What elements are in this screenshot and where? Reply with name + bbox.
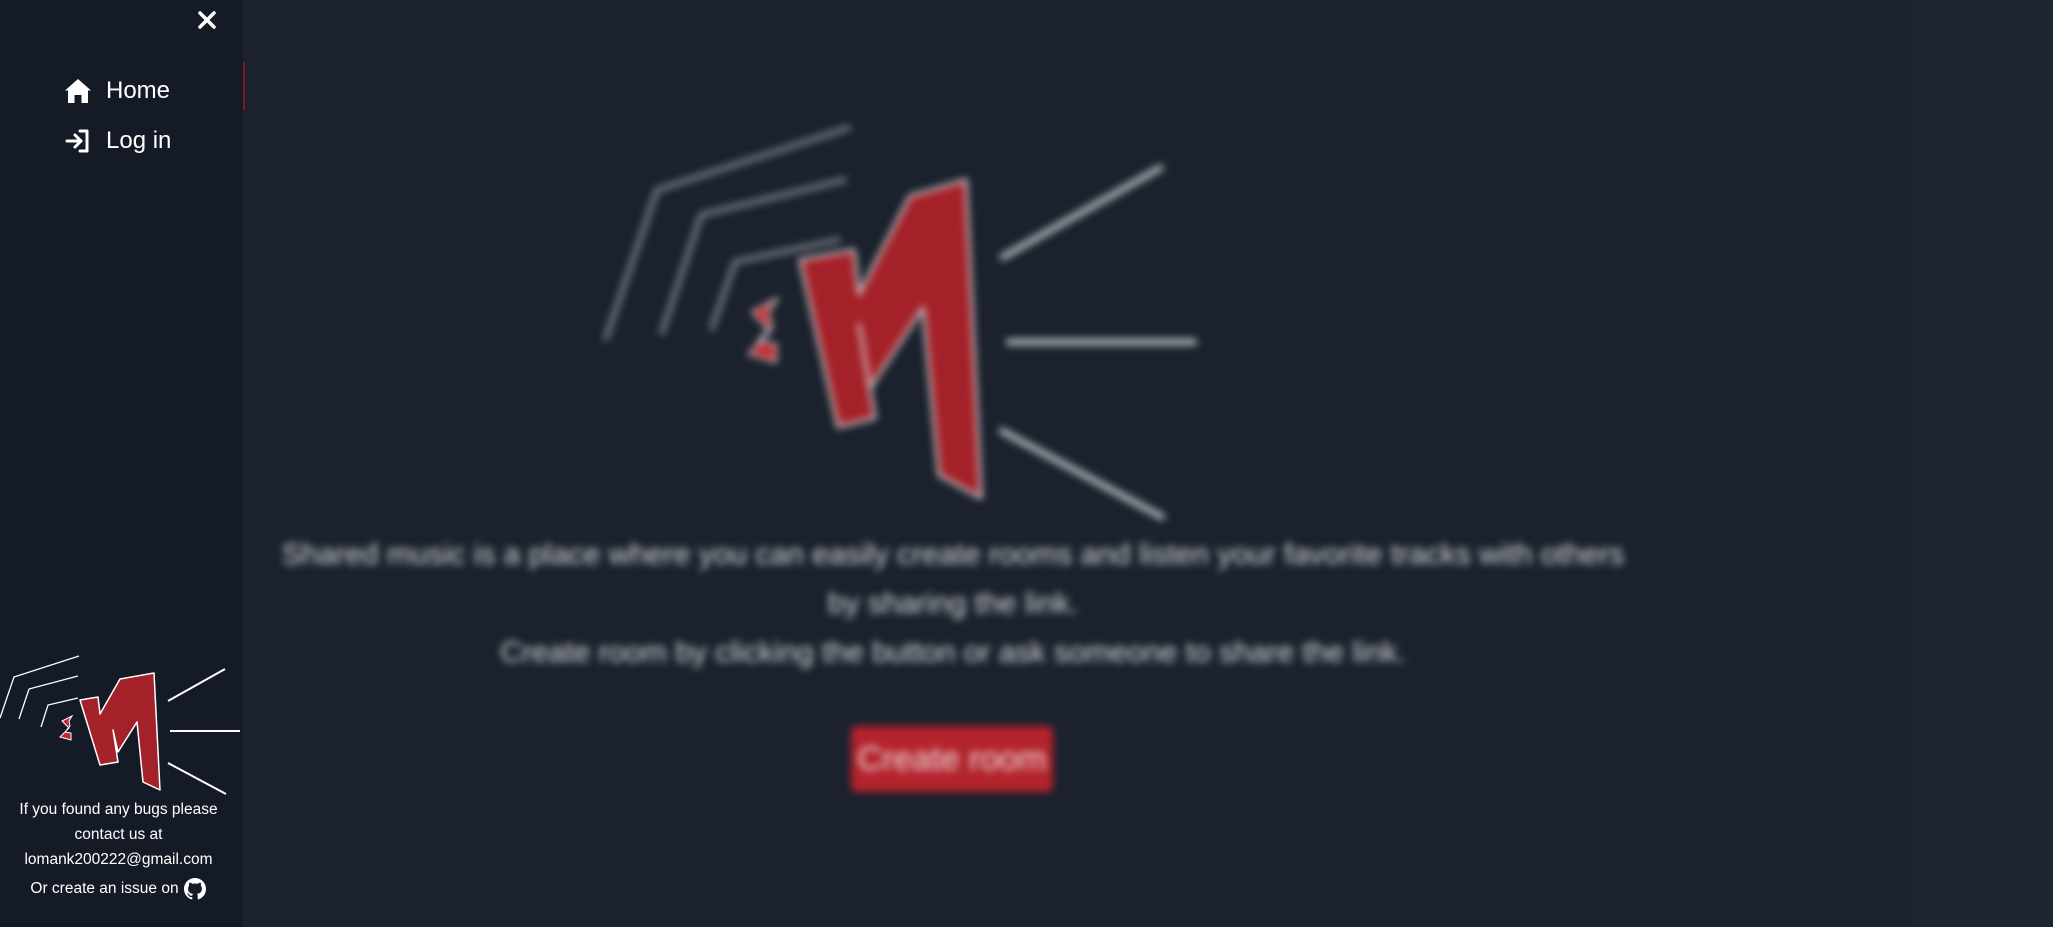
login-icon xyxy=(64,127,92,155)
description-line-3: Create room by clicking the button or as… xyxy=(500,636,1406,669)
close-sidebar-button[interactable] xyxy=(193,6,221,34)
contact-email: lomank200222@gmail.com xyxy=(24,851,213,868)
github-icon[interactable] xyxy=(183,877,207,901)
shared-music-logo xyxy=(603,125,1198,520)
sidebar-item-login[interactable]: Log in xyxy=(64,116,171,166)
sidebar-edge-accent xyxy=(243,62,245,110)
issue-prefix: Or create an issue on xyxy=(30,880,179,897)
description-line-2: by sharing the link. xyxy=(827,587,1079,620)
sidebar-item-home[interactable]: Home xyxy=(64,66,171,116)
sidebar-nav: Home Log in xyxy=(64,66,171,166)
sidebar-item-home-label: Home xyxy=(106,77,171,104)
hero-description: Shared music is a place where you can ea… xyxy=(243,530,1663,677)
create-room-button[interactable]: Create room xyxy=(851,726,1053,792)
contact-line-2: contact us at xyxy=(74,826,163,843)
sidebar: Home Log in If you found any bugs please… xyxy=(0,0,243,927)
home-icon xyxy=(64,77,92,105)
sidebar-item-login-label: Log in xyxy=(106,127,172,154)
contact-info: If you found any bugs please contact us … xyxy=(0,797,237,901)
main-content: Shared music is a place where you can ea… xyxy=(243,0,2053,927)
app: Shared music is a place where you can ea… xyxy=(0,0,2053,927)
description-line-1: Shared music is a place where you can ea… xyxy=(281,538,1625,571)
contact-line-1: If you found any bugs please xyxy=(19,801,218,818)
main-blurred-layer: Shared music is a place where you can ea… xyxy=(243,0,2053,927)
sidebar-logo xyxy=(0,655,240,795)
close-icon xyxy=(198,11,216,29)
issue-line: Or create an issue on xyxy=(0,876,237,901)
